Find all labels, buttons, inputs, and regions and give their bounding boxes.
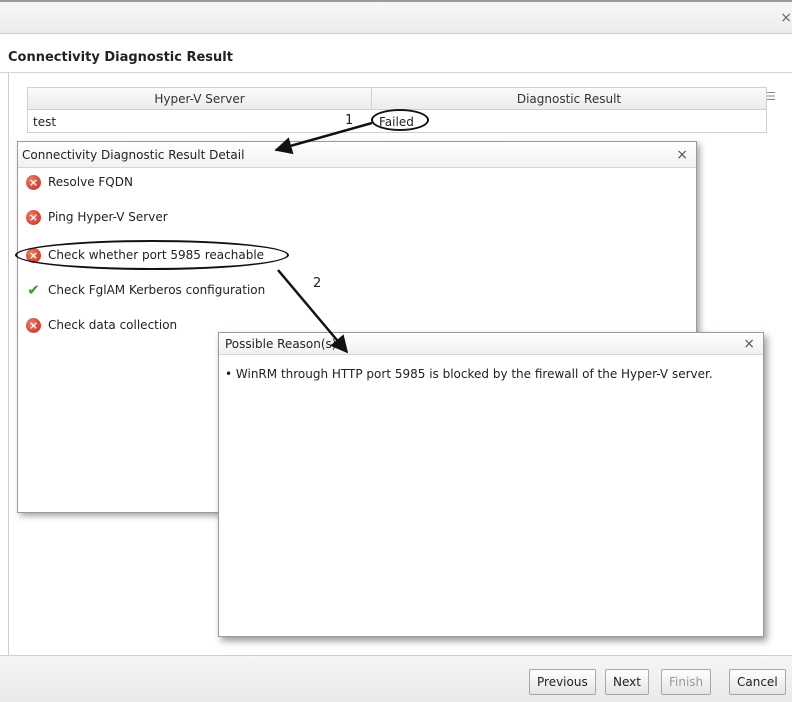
- red-x-circle-icon: ×: [26, 317, 41, 333]
- check-item-resolve-fqdn[interactable]: × Resolve FQDN: [26, 172, 133, 192]
- finish-button[interactable]: Finish: [661, 669, 712, 695]
- diagnostic-result-table: Hyper-V Server Diagnostic Result test Fa…: [27, 87, 767, 133]
- window-titlebar: ×: [0, 0, 792, 34]
- wizard-window: × Connectivity Diagnostic Result Hyper-V…: [0, 0, 792, 702]
- check-item-data-collection[interactable]: × Check data collection: [26, 315, 177, 335]
- possible-reasons-dialog: Possible Reason(s): × • WinRM through HT…: [218, 332, 764, 637]
- dialog-title: Possible Reason(s):: [225, 337, 341, 351]
- dialog-header: Possible Reason(s): ×: [219, 333, 763, 355]
- check-item-port-5985[interactable]: × Check whether port 5985 reachable: [26, 245, 264, 265]
- reason-item: • WinRM through HTTP port 5985 is blocke…: [225, 367, 713, 381]
- callout-number-2: 2: [313, 276, 322, 291]
- cancel-button[interactable]: Cancel: [729, 669, 786, 695]
- cell-server-name: test: [33, 115, 57, 129]
- divider: [0, 72, 792, 73]
- dialog-header: Connectivity Diagnostic Result Detail ×: [18, 142, 696, 168]
- red-x-circle-icon: ×: [26, 209, 41, 225]
- callout-number-1: 1: [345, 113, 354, 128]
- close-icon[interactable]: ×: [676, 142, 688, 168]
- previous-button[interactable]: Previous: [529, 669, 596, 695]
- check-item-ping[interactable]: × Ping Hyper-V Server: [26, 207, 168, 227]
- divider: [8, 72, 9, 702]
- dialog-title: Connectivity Diagnostic Result Detail: [22, 148, 245, 162]
- check-item-kerberos[interactable]: ✔ Check FglAM Kerberos configuration: [26, 280, 265, 300]
- check-item-label: Resolve FQDN: [48, 175, 133, 189]
- column-header-hyper-v-server[interactable]: Hyper-V Server: [28, 88, 372, 110]
- check-item-label: Ping Hyper-V Server: [48, 210, 168, 224]
- column-header-diagnostic-result[interactable]: Diagnostic Result: [372, 88, 766, 110]
- check-item-label: Check FglAM Kerberos configuration: [48, 283, 266, 297]
- cell-diagnostic-result-link[interactable]: Failed: [379, 111, 414, 133]
- page-title: Connectivity Diagnostic Result: [8, 50, 233, 65]
- check-item-label: Check data collection: [48, 318, 178, 332]
- check-item-label: Check whether port 5985 reachable: [48, 248, 265, 262]
- green-check-icon: ✔: [27, 280, 40, 299]
- close-icon[interactable]: ×: [780, 10, 792, 26]
- close-icon[interactable]: ×: [743, 333, 755, 355]
- next-button[interactable]: Next: [605, 669, 649, 695]
- red-x-circle-icon: ×: [26, 174, 41, 190]
- column-menu-icon[interactable]: ☰: [766, 90, 776, 103]
- red-x-circle-icon: ×: [26, 247, 41, 263]
- wizard-footer: Previous Next Finish Cancel: [0, 655, 792, 702]
